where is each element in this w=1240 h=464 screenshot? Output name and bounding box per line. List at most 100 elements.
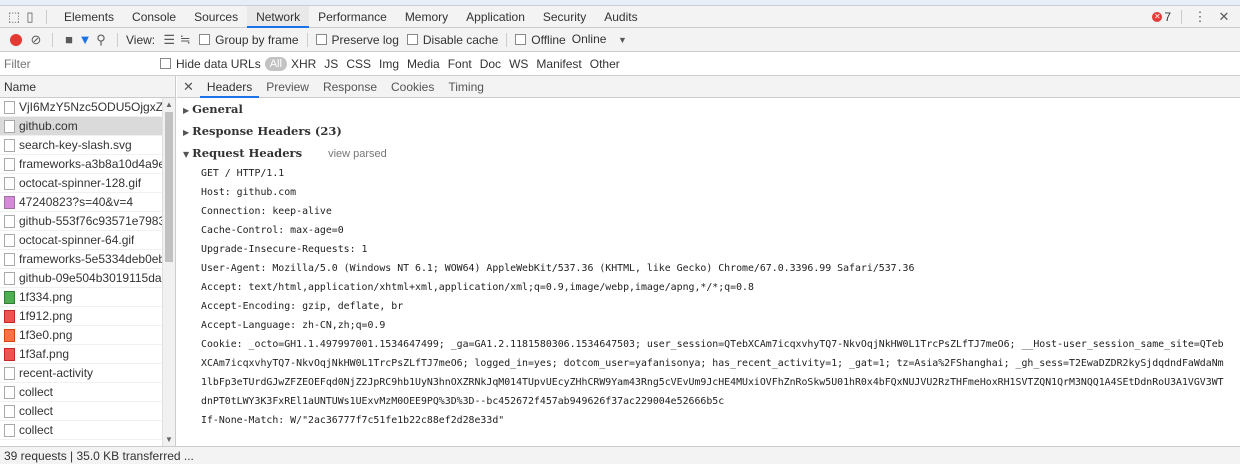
inspect-element-icon[interactable]: ⬚ [6, 9, 22, 25]
filter-input[interactable] [0, 52, 150, 75]
request-details: ✕ Headers Preview Response Cookies Timing ▶ G… [177, 76, 1240, 446]
detail-tabs: ✕ Headers Preview Response Cookies Timing [177, 76, 1240, 98]
view-label: View: [126, 32, 156, 47]
disable-cache-option[interactable]: Disable cache [406, 33, 498, 47]
clear-icon[interactable]: ⊘ [28, 32, 44, 48]
tab-memory[interactable]: Memory [396, 6, 457, 28]
request-row[interactable]: octocat-spinner-128.gif [0, 174, 162, 193]
request-name: octocat-spinner-128.gif [19, 175, 142, 190]
request-row[interactable]: collect [0, 383, 162, 402]
filter-type-css[interactable]: CSS [342, 57, 375, 71]
filter-type-media[interactable]: Media [403, 57, 444, 71]
group-by-frame-option[interactable]: Group by frame [199, 33, 299, 47]
tab-audits[interactable]: Audits [595, 6, 646, 28]
request-header-line: Connection: keep-alive [201, 206, 332, 217]
scroll-up-icon[interactable]: ▲ [165, 100, 173, 109]
request-name: 1f912.png [19, 308, 73, 323]
collapsed-arrow-icon: ▶ [183, 106, 190, 115]
filter-type-img[interactable]: Img [375, 57, 403, 71]
close-devtools-icon[interactable]: ✕ [1216, 9, 1232, 25]
request-headers-section[interactable]: ▼ Request Headers view parsed [177, 142, 1240, 164]
group-by-frame-checkbox[interactable] [199, 33, 211, 45]
request-row[interactable]: 47240823?s=40&v=4 [0, 193, 162, 212]
request-header-line: Accept-Language: zh-CN,zh;q=0.9 [201, 320, 386, 331]
general-section[interactable]: ▶ General [177, 98, 1240, 120]
preserve-log-option[interactable]: Preserve log [315, 33, 399, 47]
divider [506, 32, 508, 47]
record-icon[interactable] [10, 33, 22, 46]
request-header-line: Upgrade-Insecure-Requests: 1 [201, 244, 368, 255]
filter-icon[interactable]: ▼ [77, 32, 93, 48]
request-header-lines: GET / HTTP/1.1 Host: github.com Connection… [177, 164, 1240, 430]
detail-tab-cookies[interactable]: Cookies [384, 76, 441, 98]
large-rows-icon[interactable]: ☰ [161, 32, 177, 48]
capture-screenshots-icon[interactable]: ■ [61, 32, 77, 48]
tab-performance[interactable]: Performance [309, 6, 396, 28]
detail-tab-preview[interactable]: Preview [259, 76, 316, 98]
request-header-line: XCAm7icqxvhyTQ7-NkvOqjNkHW0L1TrcPsZLfTJ7… [201, 358, 1224, 369]
offline-checkbox[interactable] [515, 33, 527, 45]
detail-tab-timing[interactable]: Timing [441, 76, 491, 98]
filter-type-js[interactable]: JS [320, 57, 342, 71]
filter-type-manifest[interactable]: Manifest [532, 57, 585, 71]
tab-elements[interactable]: Elements [55, 6, 123, 28]
response-headers-section[interactable]: ▶ Response Headers (23) [177, 120, 1240, 142]
view-parsed-link[interactable]: view parsed [328, 148, 387, 160]
request-row[interactable]: collect [0, 421, 162, 440]
disable-cache-checkbox[interactable] [406, 33, 418, 45]
request-row[interactable]: github-09e504b3019115da382 [0, 269, 162, 288]
tab-sources[interactable]: Sources [185, 6, 247, 28]
request-row[interactable]: 1f334.png [0, 288, 162, 307]
divider [46, 9, 47, 24]
preserve-log-checkbox[interactable] [315, 33, 327, 45]
tab-network[interactable]: Network [247, 5, 310, 28]
close-details-icon[interactable]: ✕ [183, 79, 194, 95]
filter-type-doc[interactable]: Doc [476, 57, 505, 71]
overview-icon[interactable]: ≒ [177, 32, 193, 48]
tab-application[interactable]: Application [457, 6, 534, 28]
detail-tab-response[interactable]: Response [316, 76, 384, 98]
scroll-down-icon[interactable]: ▼ [165, 435, 173, 444]
request-name: 1f3e0.png [19, 327, 73, 342]
filter-type-font[interactable]: Font [444, 57, 476, 71]
request-row[interactable]: 1f3e0.png [0, 326, 162, 345]
request-row[interactable]: recent-activity [0, 364, 162, 383]
error-count-badge[interactable]: ✕ 7 [1152, 10, 1171, 24]
request-row[interactable]: 1f3af.png [0, 345, 162, 364]
request-row[interactable]: github.com [0, 117, 162, 136]
tab-console[interactable]: Console [123, 6, 185, 28]
divider [117, 32, 118, 47]
name-column-header[interactable]: Name [0, 76, 175, 98]
request-name: collect [19, 384, 54, 399]
request-row[interactable]: search-key-slash.svg [0, 136, 162, 155]
more-menu-icon[interactable]: ⋮ [1192, 9, 1208, 25]
request-name: collect [19, 403, 54, 418]
offline-option[interactable]: Offline [515, 33, 566, 47]
filter-type-other[interactable]: Other [586, 57, 624, 71]
device-toolbar-icon[interactable]: ▯ [22, 9, 38, 25]
throttling-select[interactable]: Online ▼ [572, 32, 631, 48]
request-header-line: Cookie: _octo=GH1.1.497997001.1534647499… [201, 339, 1224, 350]
search-icon[interactable]: ⚲ [93, 32, 109, 48]
filter-type-xhr[interactable]: XHR [287, 57, 320, 71]
request-row[interactable]: 1f912.png [0, 307, 162, 326]
document-icon [4, 385, 15, 399]
request-name: github-553f76c93571e798334 [19, 213, 162, 228]
request-row[interactable]: collect [0, 402, 162, 421]
request-row[interactable]: frameworks-a3b8a10d4a9e37a [0, 155, 162, 174]
error-count: 7 [1164, 10, 1171, 24]
request-row[interactable]: frameworks-5e5334deb0eba [0, 250, 162, 269]
scroll-thumb[interactable] [165, 112, 173, 262]
tab-security[interactable]: Security [534, 6, 595, 28]
request-row[interactable]: github-553f76c93571e798334 [0, 212, 162, 231]
detail-tab-headers[interactable]: Headers [199, 76, 260, 98]
request-list-scrollbar[interactable]: ▲ ▼ [162, 98, 175, 446]
document-icon [4, 157, 15, 171]
request-row[interactable]: octocat-spinner-64.gif [0, 231, 162, 250]
request-row[interactable]: VjI6MzY5Nzc5ODU5OjgxZTk4 [0, 98, 162, 117]
hide-data-urls-option[interactable]: Hide data URLs [160, 57, 261, 71]
request-name: recent-activity [19, 365, 94, 380]
hide-data-urls-checkbox[interactable] [160, 57, 171, 69]
filter-type-all[interactable]: All [264, 56, 287, 71]
filter-type-ws[interactable]: WS [505, 57, 532, 71]
